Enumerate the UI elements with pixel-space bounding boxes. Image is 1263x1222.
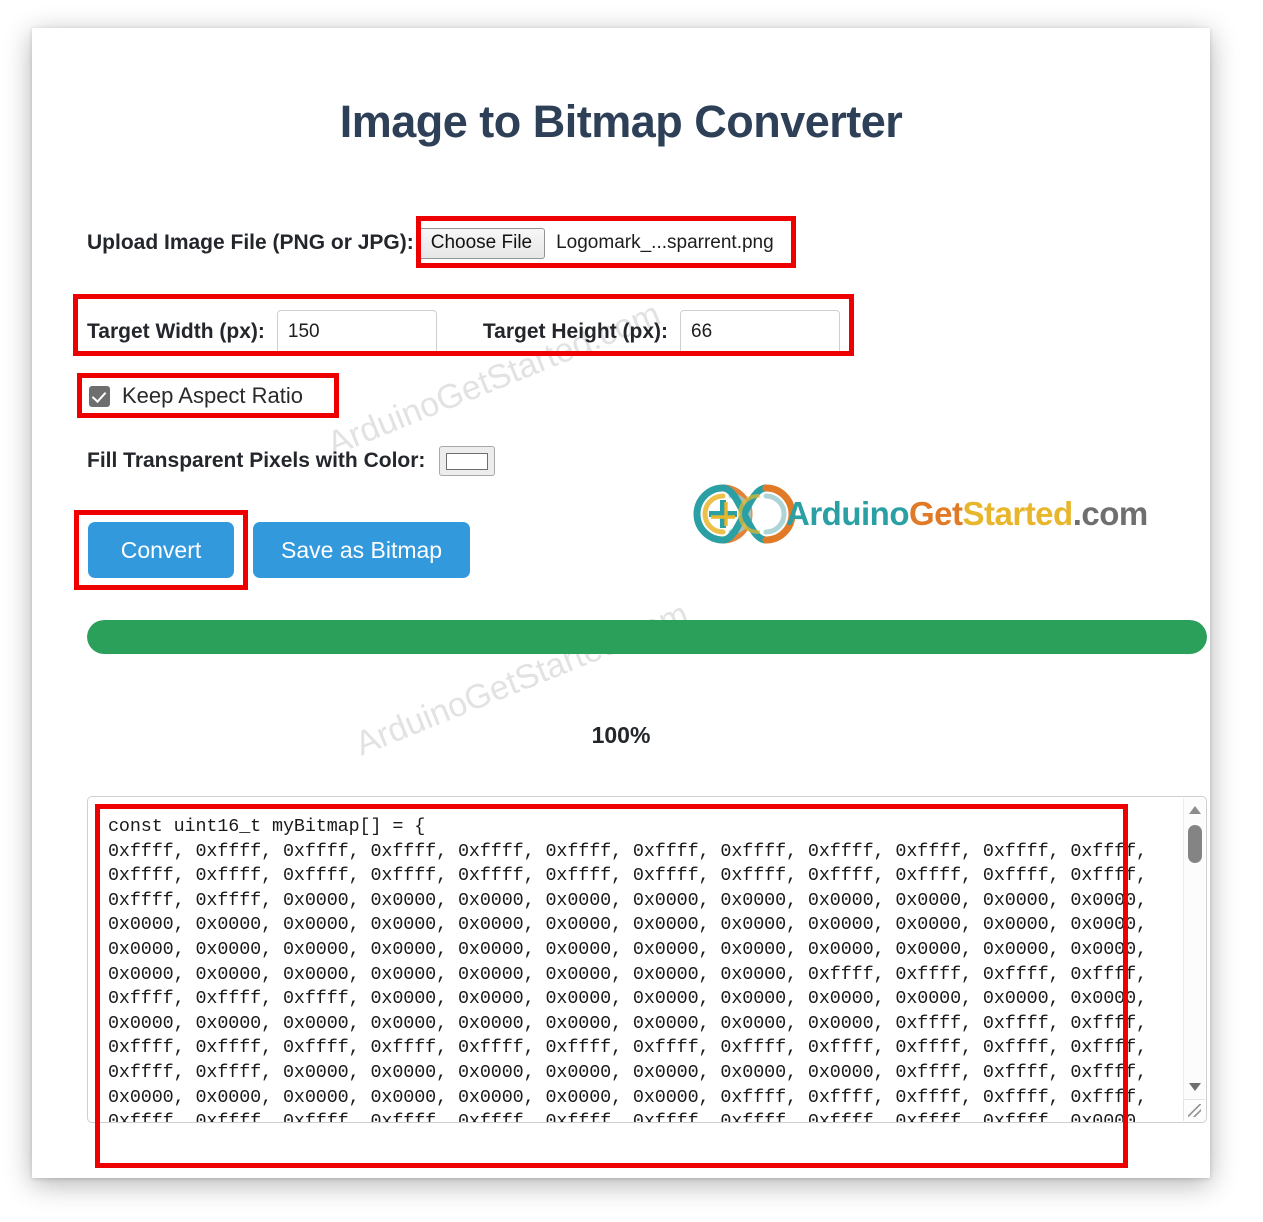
logo-arduino: Arduino <box>786 495 909 532</box>
target-width-label: Target Width (px): <box>87 320 265 343</box>
upload-label: Upload Image File (PNG or JPG): <box>87 231 414 255</box>
upload-row: Upload Image File (PNG or JPG): Choose F… <box>87 228 774 259</box>
target-height-input[interactable] <box>680 310 841 354</box>
output-scrollbar[interactable] <box>1183 798 1205 1099</box>
page-content: ArduinoGetStarted.com ArduinoGetStarted.… <box>32 28 1210 1178</box>
file-input[interactable]: Choose File Logomark_...sparrent.png <box>417 228 774 259</box>
progress-bar-fill <box>87 620 1207 654</box>
color-swatch-preview <box>446 452 489 470</box>
fill-color-picker[interactable] <box>439 446 496 476</box>
fill-color-label: Fill Transparent Pixels with Color: <box>87 449 426 472</box>
textarea-resize-handle[interactable] <box>1183 1099 1205 1121</box>
logo-wordmark: ArduinoGetStarted.com <box>786 495 1148 533</box>
bitmap-output-code: const uint16_t myBitmap[] = { 0xffff, 0x… <box>108 816 1147 1123</box>
logo-started: Started <box>962 495 1074 532</box>
logo-com: .com <box>1072 495 1149 532</box>
target-size-row: Target Width (px): Target Height (px): <box>87 310 841 354</box>
keep-aspect-ratio-row[interactable]: Keep Aspect Ratio <box>89 383 303 409</box>
fill-color-row: Fill Transparent Pixels with Color: <box>87 446 496 476</box>
keep-aspect-ratio-label: Keep Aspect Ratio <box>122 383 304 408</box>
page-title: Image to Bitmap Converter <box>339 96 903 147</box>
target-height-label: Target Height (px): <box>482 320 669 343</box>
bitmap-output-textarea[interactable]: const uint16_t myBitmap[] = { 0xffff, 0x… <box>87 796 1207 1123</box>
scrollbar-thumb[interactable] <box>1188 825 1202 863</box>
keep-aspect-ratio-checkbox[interactable] <box>89 385 110 407</box>
save-as-bitmap-button[interactable]: Save as Bitmap <box>253 522 471 578</box>
scroll-down-icon[interactable] <box>1184 1077 1206 1097</box>
page-sheet: ArduinoGetStarted.com ArduinoGetStarted.… <box>32 28 1210 1178</box>
progress-bar <box>87 620 1207 654</box>
screenshot-root: ArduinoGetStarted.com ArduinoGetStarted.… <box>0 0 1263 1222</box>
convert-button[interactable]: Convert <box>88 522 234 578</box>
scroll-up-icon[interactable] <box>1184 800 1206 820</box>
choose-file-button[interactable]: Choose File <box>417 228 546 259</box>
progress-percent-label: 100% <box>591 722 651 748</box>
arduinogetstarted-logo: ArduinoGetStarted.com <box>690 476 1148 552</box>
selected-file-name: Logomark_...sparrent.png <box>556 232 774 254</box>
action-buttons: Convert Save as Bitmap <box>88 522 471 578</box>
target-width-input[interactable] <box>276 310 437 354</box>
logo-get: Get <box>908 495 963 532</box>
